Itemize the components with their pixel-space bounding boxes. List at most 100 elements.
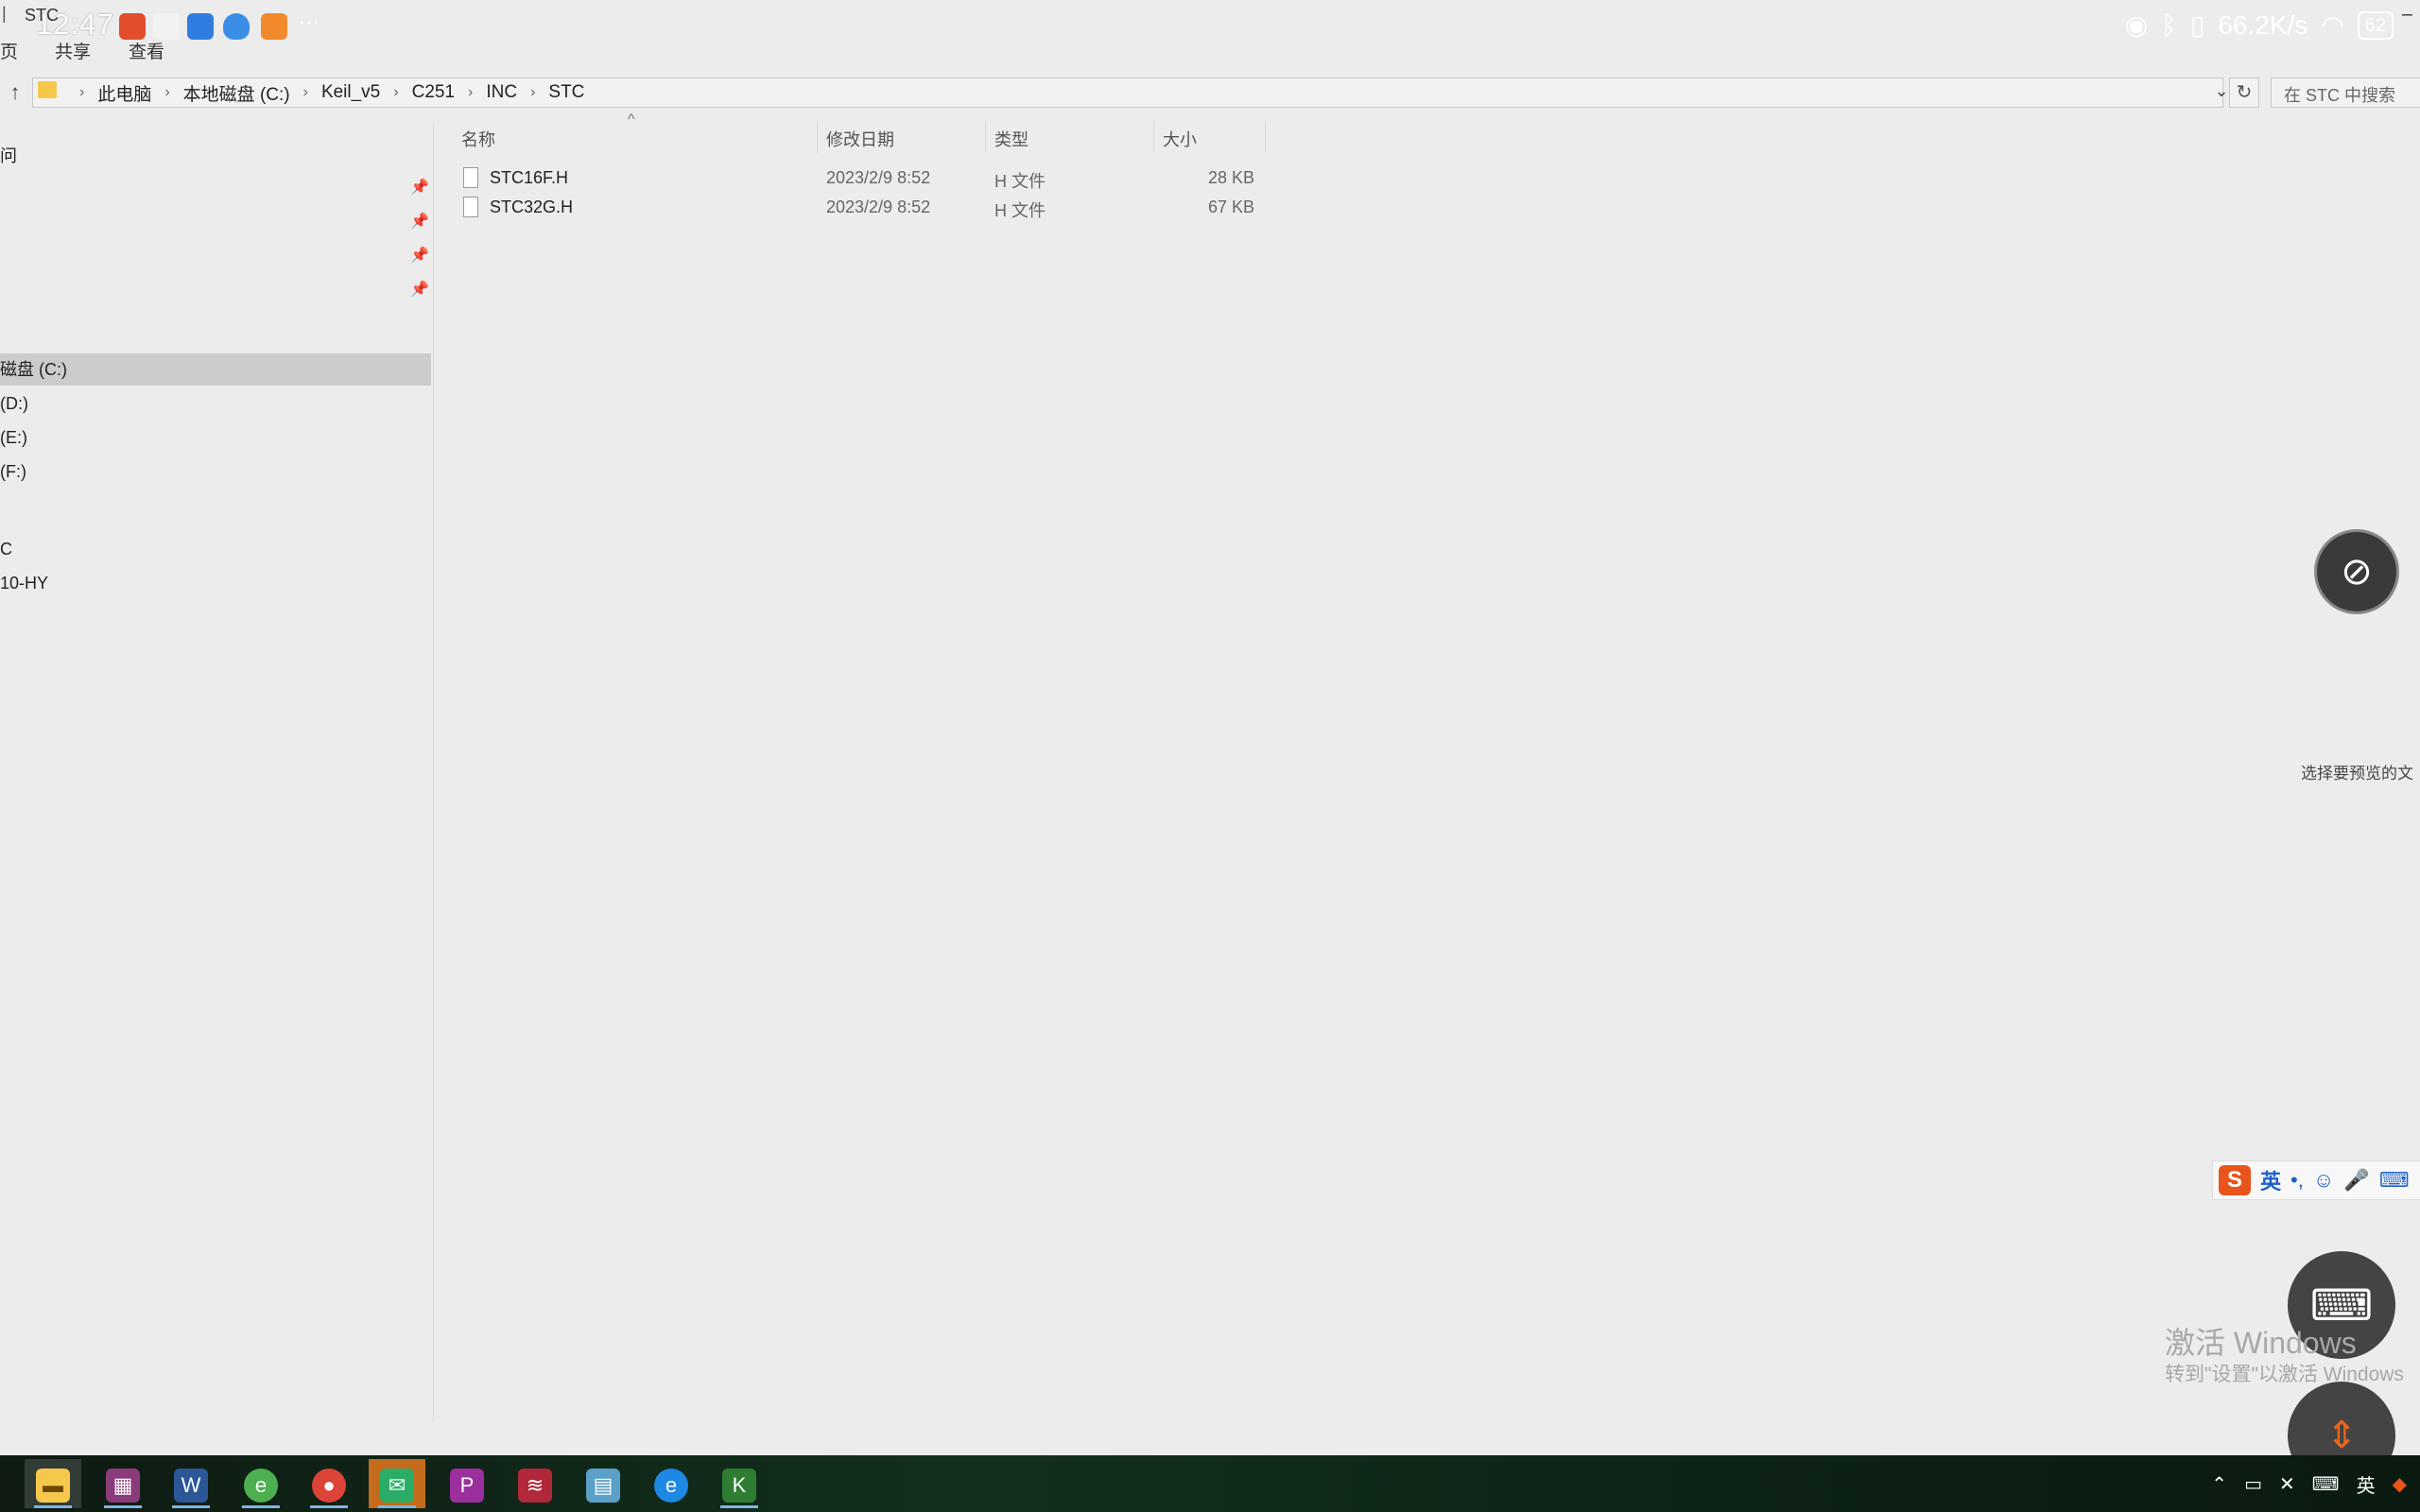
- tray-ime[interactable]: 英: [2357, 1470, 2376, 1498]
- taskbar-chrome[interactable]: ●: [301, 1459, 357, 1508]
- ime-toolbar[interactable]: S 英 •, ☺ 🎤 ⌨: [2212, 1160, 2420, 1200]
- sogou-logo-icon: S: [2219, 1165, 2251, 1195]
- pin-icon[interactable]: 📌: [410, 212, 429, 231]
- column-divider[interactable]: [1153, 121, 1154, 153]
- app-icon: ≋: [518, 1469, 552, 1503]
- activation-watermark-title: 激活 Windows: [2165, 1326, 2357, 1360]
- breadcrumb: › 此电脑 › 本地磁盘 (C:) › Keil_v5 › C251 › INC…: [66, 80, 584, 106]
- keil-icon: K: [722, 1469, 756, 1503]
- pin-icon[interactable]: 📌: [410, 246, 429, 265]
- window-title: STC: [25, 6, 59, 25]
- active-indicator: [242, 1505, 280, 1508]
- taskbar-notepad[interactable]: ▤: [575, 1459, 631, 1508]
- punctuation-icon[interactable]: •,: [2290, 1168, 2304, 1193]
- taskbar: [0, 1455, 2420, 1512]
- column-divider[interactable]: [985, 121, 986, 153]
- chevron-right-icon: ›: [302, 84, 308, 100]
- chevron-right-icon: ›: [393, 84, 399, 100]
- column-date[interactable]: 修改日期: [826, 127, 894, 151]
- nav-network-item[interactable]: C: [0, 533, 431, 565]
- column-type[interactable]: 类型: [994, 127, 1028, 151]
- tab-share[interactable]: 共享: [55, 38, 91, 63]
- crumb-stc[interactable]: STC: [548, 82, 584, 103]
- chevron-right-icon: ›: [530, 84, 536, 100]
- ribbon-tabs: 页 共享 查看: [0, 34, 2420, 66]
- word-icon: W: [174, 1469, 208, 1503]
- nav-network-item[interactable]: 10-HY: [0, 567, 431, 599]
- file-row[interactable]: STC32G.H 2023/2/9 8:52 H 文件 67 KB: [461, 194, 1265, 222]
- file-type: H 文件: [994, 172, 1046, 191]
- file-size: 28 KB: [1208, 168, 1255, 187]
- nav-quick-access[interactable]: 问: [0, 140, 431, 172]
- chevron-right-icon: ›: [164, 84, 170, 100]
- navigation-pane: 问 📌 📌 📌 📌 磁盘 (C:) (D:) (E:) (F:) C 10-HY: [0, 123, 434, 1422]
- crumb-keil[interactable]: Keil_v5: [321, 82, 380, 103]
- tab-view[interactable]: 查看: [129, 38, 164, 63]
- refresh-icon[interactable]: ↻: [2229, 77, 2259, 108]
- microphone-icon[interactable]: 🎤: [2343, 1168, 2369, 1193]
- pin-icon[interactable]: 📌: [410, 280, 429, 299]
- file-icon: [463, 197, 478, 217]
- file-row[interactable]: STC16F.H 2023/2/9 8:52 H 文件 28 KB: [461, 164, 1265, 193]
- taskbar-wechat[interactable]: ✉: [369, 1459, 425, 1508]
- pin-icon[interactable]: 📌: [410, 178, 429, 197]
- crumb-this-pc[interactable]: 此电脑: [97, 80, 151, 106]
- file-name: STC32G.H: [490, 198, 574, 216]
- crumb-local-disk[interactable]: 本地磁盘 (C:): [183, 80, 290, 106]
- up-arrow-icon[interactable]: ↑: [4, 81, 26, 104]
- column-divider[interactable]: [817, 121, 818, 153]
- chrome-icon: ●: [312, 1469, 346, 1503]
- network-icon[interactable]: ▭: [2244, 1472, 2262, 1496]
- taskbar-keil[interactable]: K: [711, 1459, 768, 1508]
- taskbar-word[interactable]: W: [163, 1459, 219, 1508]
- keyboard-icon[interactable]: ⌨: [2312, 1472, 2340, 1496]
- browser-icon: e: [244, 1469, 278, 1503]
- taskbar-pdf[interactable]: P: [439, 1459, 495, 1508]
- keyboard-icon[interactable]: ⌨: [2379, 1168, 2410, 1193]
- taskbar-file-explorer[interactable]: ▬: [25, 1459, 81, 1508]
- nav-drive-d[interactable]: (D:): [0, 387, 431, 420]
- file-date: 2023/2/9 8:52: [826, 168, 931, 187]
- column-header-row: 名称 修改日期 类型 大小: [461, 121, 1265, 153]
- nav-drive-c[interactable]: 磁盘 (C:): [0, 353, 431, 386]
- activation-watermark-subtitle: 转到"设置"以激活 Windows: [2165, 1364, 2404, 1385]
- ie-icon: e: [654, 1469, 688, 1503]
- active-indicator: [34, 1505, 72, 1508]
- column-divider[interactable]: [1265, 121, 1266, 153]
- floating-tag-button[interactable]: ⊘: [2314, 529, 2399, 614]
- active-indicator: [720, 1505, 758, 1508]
- tab-home[interactable]: 页: [0, 38, 18, 63]
- taskbar-ie[interactable]: e: [643, 1459, 700, 1508]
- emoji-icon[interactable]: ☺: [2313, 1168, 2334, 1193]
- volume-muted-icon[interactable]: ✕: [2279, 1472, 2295, 1496]
- taskbar-archive-app[interactable]: ▦: [95, 1459, 151, 1508]
- sogou-tray-icon[interactable]: ◆: [2393, 1472, 2407, 1496]
- column-size[interactable]: 大小: [1163, 127, 1197, 151]
- chevron-up-icon[interactable]: ⌃: [2211, 1472, 2227, 1496]
- chevron-right-icon: ›: [468, 84, 474, 100]
- active-indicator: [310, 1505, 348, 1508]
- column-name[interactable]: 名称: [461, 127, 495, 151]
- nav-drive-e[interactable]: (E:): [0, 421, 431, 454]
- file-size: 67 KB: [1208, 198, 1255, 216]
- preview-hint: 选择要预览的文: [2301, 765, 2413, 782]
- wechat-icon: ✉: [380, 1469, 414, 1503]
- nav-drive-f[interactable]: (F:): [0, 455, 431, 488]
- crumb-c251[interactable]: C251: [412, 82, 455, 103]
- ime-mode[interactable]: 英: [2260, 1165, 2281, 1195]
- active-indicator: [172, 1505, 210, 1508]
- more-notifications-icon: ···: [299, 9, 320, 33]
- taskbar-browser-green[interactable]: e: [233, 1459, 289, 1508]
- system-tray: ⌃ ▭ ✕ ⌨ 英 ◆: [2211, 1470, 2407, 1498]
- title-separator: |: [2, 4, 7, 23]
- minimize-icon[interactable]: –: [2402, 4, 2412, 26]
- archive-icon: ▦: [106, 1469, 140, 1503]
- notepad-icon: ▤: [586, 1469, 620, 1503]
- chevron-right-icon: ›: [79, 84, 85, 100]
- file-type: H 文件: [994, 201, 1046, 220]
- file-icon: [463, 167, 478, 188]
- crumb-inc[interactable]: INC: [486, 82, 517, 103]
- taskbar-app-red[interactable]: ≋: [507, 1459, 563, 1508]
- folder-icon: [38, 81, 57, 98]
- folder-icon: ▬: [36, 1469, 70, 1503]
